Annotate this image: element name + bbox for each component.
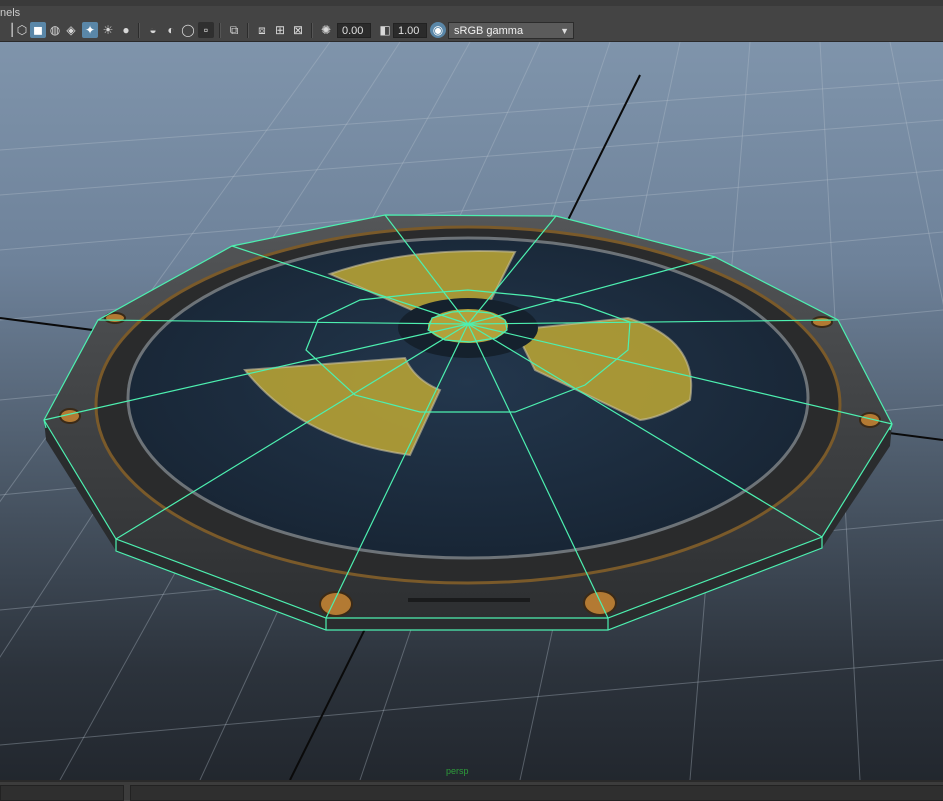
status-segment [130, 785, 943, 801]
shadows-icon[interactable]: ☀ [100, 22, 116, 38]
use-lights-icon[interactable]: ✦ [82, 22, 98, 38]
toolbar-separator [247, 23, 249, 38]
panel-toolbar: ▕ ⬡ ◼ ◍ ◈ ✦ ☀ ● ◒ ◐ ◯ ▫ ⧉ ⧈ ⊞ ⊠ ✺ 0.00 ◧… [0, 20, 943, 42]
panels-menu[interactable]: nels [0, 7, 20, 19]
panel-menu-bar: nels [0, 0, 943, 20]
shaded-icon[interactable]: ◼ [30, 22, 46, 38]
isolate-select-icon[interactable]: ▫ [198, 22, 214, 38]
screen-space-ao-icon[interactable]: ● [118, 22, 134, 38]
toolbar-separator [219, 23, 221, 38]
textured-icon[interactable]: ◈ [63, 22, 79, 38]
status-segment [0, 785, 124, 801]
smooth-shade-icon[interactable]: ⬡ [14, 22, 30, 38]
motion-blur-icon[interactable]: ◒ [145, 22, 161, 38]
camera-gate-icon[interactable]: ⊠ [290, 22, 306, 38]
toolbar-separator [311, 23, 313, 38]
xray-joints-icon[interactable]: ⧈ [254, 22, 270, 38]
camera-label: persp [446, 766, 469, 776]
gamma-field[interactable]: 1.00 [393, 23, 427, 38]
color-space-dropdown[interactable]: sRGB gamma ▼ [448, 22, 574, 39]
wireframe-on-shaded-icon[interactable]: ◍ [47, 22, 63, 38]
exposure-field[interactable]: 0.00 [337, 23, 371, 38]
gamma-icon[interactable]: ◧ [377, 22, 393, 38]
color-space-value: sRGB gamma [454, 25, 524, 37]
grid-icon[interactable]: ⊞ [272, 22, 288, 38]
chevron-down-icon: ▼ [560, 26, 569, 36]
xray-icon[interactable]: ⧉ [226, 22, 242, 38]
scene-render [0, 42, 943, 780]
color-management-icon[interactable]: ◉ [430, 22, 446, 38]
toolbar-separator [138, 23, 140, 38]
bottom-bar [0, 780, 943, 801]
exposure-icon[interactable]: ✺ [318, 22, 334, 38]
viewport-3d[interactable]: persp [0, 42, 943, 780]
depth-of-field-icon[interactable]: ◯ [180, 22, 196, 38]
multisample-aa-icon[interactable]: ◐ [163, 22, 179, 38]
